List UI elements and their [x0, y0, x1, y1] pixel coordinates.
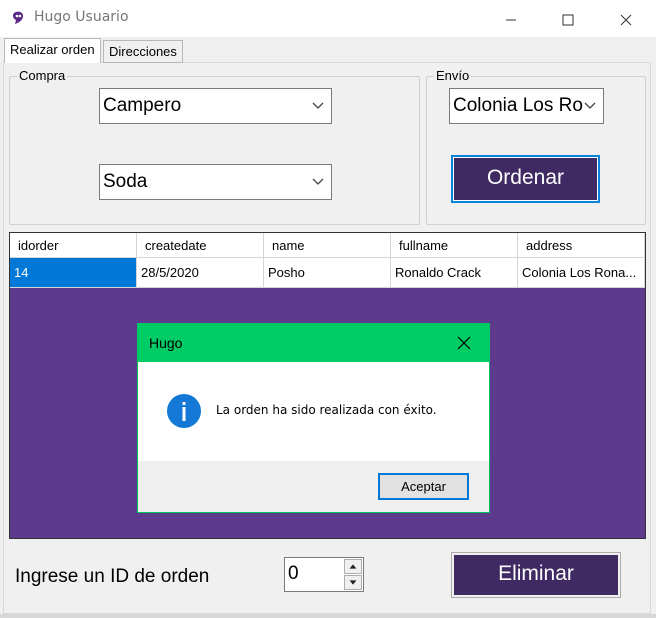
spinner-up-button[interactable] — [344, 559, 362, 574]
chevron-down-icon — [349, 580, 357, 585]
table-cell[interactable]: Posho — [264, 258, 391, 288]
drink-combo[interactable]: Soda — [99, 164, 332, 200]
info-icon — [167, 394, 201, 428]
chevron-down-icon — [312, 102, 324, 109]
maximize-icon — [562, 14, 574, 25]
product-combo[interactable]: Campero — [99, 88, 332, 124]
address-combo-value: Colonia Los Ro — [453, 95, 583, 116]
column-header[interactable]: createdate — [137, 233, 264, 258]
close-icon — [620, 14, 632, 25]
table-cell[interactable]: 14 — [10, 258, 137, 288]
chevron-down-icon — [583, 98, 597, 112]
spinner-down-button[interactable] — [344, 575, 362, 590]
table-cell[interactable]: 28/5/2020 — [137, 258, 264, 288]
close-icon[interactable] — [453, 332, 475, 354]
maximize-button[interactable] — [545, 0, 591, 37]
envio-group-label: Envío — [434, 68, 472, 83]
column-header[interactable]: address — [518, 233, 645, 258]
chevron-down-icon — [312, 178, 324, 185]
minimize-button[interactable] — [488, 0, 534, 37]
ordenar-button[interactable]: Ordenar — [451, 155, 600, 203]
dialog-title-bar: Hugo — [138, 324, 489, 362]
order-id-label: Ingrese un ID de orden — [15, 566, 210, 587]
product-combo-value: Campero — [103, 95, 182, 116]
address-combo[interactable]: Colonia Los Ro — [449, 88, 604, 124]
spinner-value: 0 — [288, 563, 299, 584]
window-bottom-edge — [0, 614, 656, 618]
app-icon — [12, 11, 24, 24]
column-header[interactable]: fullname — [391, 233, 518, 258]
aceptar-button[interactable]: Aceptar — [378, 473, 469, 500]
close-button[interactable] — [603, 0, 649, 37]
tab-realizar-orden[interactable]: Realizar orden — [4, 38, 101, 63]
table-cell[interactable]: Colonia Los Rona... — [518, 258, 645, 288]
dialog-title: Hugo — [149, 335, 183, 351]
title-bar: Hugo Usuario — [0, 0, 656, 37]
window-title: Hugo Usuario — [34, 9, 129, 25]
dialog-message: La orden ha sido realizada con éxito. — [216, 403, 437, 417]
order-id-spinner[interactable]: 0 — [284, 557, 364, 592]
column-header[interactable]: idorder — [10, 233, 137, 258]
compra-group-label: Compra — [17, 68, 68, 83]
minimize-icon — [506, 19, 516, 20]
chevron-up-icon — [349, 564, 357, 569]
tab-direcciones[interactable]: Direcciones — [103, 40, 183, 63]
column-header[interactable]: name — [264, 233, 391, 258]
drink-combo-value: Soda — [103, 171, 148, 192]
message-dialog: Hugo La orden ha sido realizada con éxit… — [137, 323, 490, 513]
eliminar-button[interactable]: Eliminar — [451, 552, 621, 598]
table-cell[interactable]: Ronaldo Crack — [391, 258, 518, 288]
